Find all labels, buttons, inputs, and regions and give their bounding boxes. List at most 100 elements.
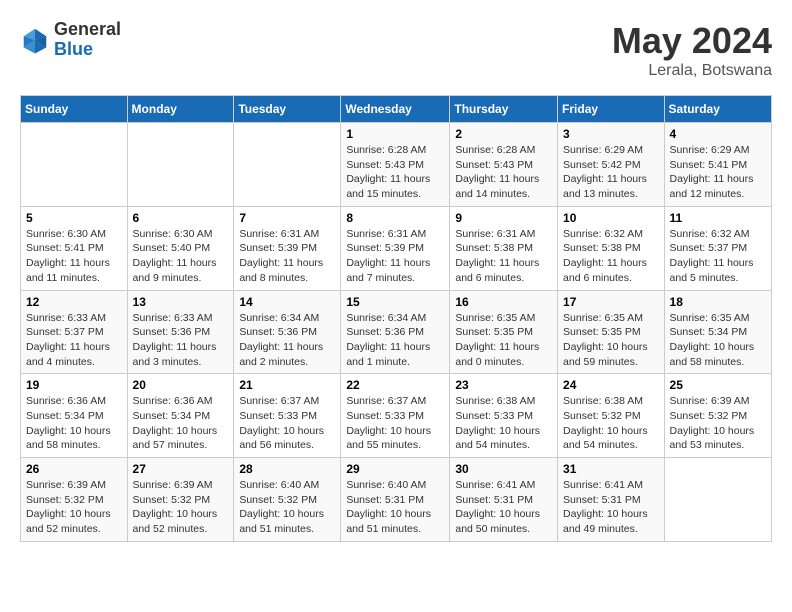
day-number: 17 bbox=[563, 295, 659, 309]
day-info: Sunrise: 6:32 AMSunset: 5:37 PMDaylight:… bbox=[670, 227, 766, 286]
calendar-day-cell: 1 Sunrise: 6:28 AMSunset: 5:43 PMDaylight… bbox=[341, 123, 450, 207]
weekday-header: Saturday bbox=[664, 96, 771, 123]
calendar-title: May 2024 bbox=[612, 20, 772, 62]
calendar-day-cell: 8Sunrise: 6:31 AMSunset: 5:39 PMDaylight… bbox=[341, 206, 450, 290]
day-info: Sunrise: 6:38 AMSunset: 5:32 PMDaylight:… bbox=[563, 394, 659, 453]
day-info: Sunrise: 6:35 AMSunset: 5:35 PMDaylight:… bbox=[563, 311, 659, 370]
day-number: 6 bbox=[133, 211, 229, 225]
day-info: Sunrise: 6:31 AMSunset: 5:39 PMDaylight:… bbox=[239, 227, 335, 286]
day-info: Sunrise: 6:39 AMSunset: 5:32 PMDaylight:… bbox=[670, 394, 766, 453]
day-info: Sunrise: 6:31 AMSunset: 5:39 PMDaylight:… bbox=[346, 227, 444, 286]
calendar-day-cell: 12Sunrise: 6:33 AMSunset: 5:37 PMDayligh… bbox=[21, 290, 128, 374]
day-number: 19 bbox=[26, 378, 122, 392]
logo-general-text: General bbox=[54, 20, 121, 40]
calendar-day-cell: 28 Sunrise: 6:40 AMSunset: 5:32 PMDayligh… bbox=[234, 458, 341, 542]
weekday-header: Friday bbox=[558, 96, 665, 123]
calendar-day-cell: 3 Sunrise: 6:29 AMSunset: 5:42 PMDaylight… bbox=[558, 123, 665, 207]
calendar-day-cell: 6 Sunrise: 6:30 AMSunset: 5:40 PMDaylight… bbox=[127, 206, 234, 290]
calendar-day-cell: 11 Sunrise: 6:32 AMSunset: 5:37 PMDayligh… bbox=[664, 206, 771, 290]
day-number: 4 bbox=[670, 127, 766, 141]
logo: General Blue bbox=[20, 20, 121, 60]
day-number: 25 bbox=[670, 378, 766, 392]
day-number: 5 bbox=[26, 211, 122, 225]
calendar-day-cell: 7 Sunrise: 6:31 AMSunset: 5:39 PMDaylight… bbox=[234, 206, 341, 290]
calendar-day-cell bbox=[127, 123, 234, 207]
calendar-day-cell: 24 Sunrise: 6:38 AMSunset: 5:32 PMDayligh… bbox=[558, 374, 665, 458]
day-number: 2 bbox=[455, 127, 552, 141]
calendar-day-cell: 14 Sunrise: 6:34 AMSunset: 5:36 PMDayligh… bbox=[234, 290, 341, 374]
day-number: 13 bbox=[133, 295, 229, 309]
logo-blue-text: Blue bbox=[54, 40, 121, 60]
calendar-day-cell: 15 Sunrise: 6:34 AMSunset: 5:36 PMDayligh… bbox=[341, 290, 450, 374]
calendar-day-cell: 5 Sunrise: 6:30 AMSunset: 5:41 PMDaylight… bbox=[21, 206, 128, 290]
day-info: Sunrise: 6:30 AMSunset: 5:40 PMDaylight:… bbox=[133, 227, 229, 286]
day-number: 11 bbox=[670, 211, 766, 225]
logo-icon bbox=[20, 25, 50, 55]
day-info: Sunrise: 6:41 AMSunset: 5:31 PMDaylight:… bbox=[563, 478, 659, 537]
day-info: Sunrise: 6:38 AMSunset: 5:33 PMDaylight:… bbox=[455, 394, 552, 453]
day-number: 27 bbox=[133, 462, 229, 476]
day-info: Sunrise: 6:37 AMSunset: 5:33 PMDaylight:… bbox=[239, 394, 335, 453]
weekday-header: Wednesday bbox=[341, 96, 450, 123]
day-info: Sunrise: 6:40 AMSunset: 5:31 PMDaylight:… bbox=[346, 478, 444, 537]
day-info: Sunrise: 6:37 AMSunset: 5:33 PMDaylight:… bbox=[346, 394, 444, 453]
day-number: 29 bbox=[346, 462, 444, 476]
day-number: 3 bbox=[563, 127, 659, 141]
title-block: May 2024 Lerala, Botswana bbox=[612, 20, 772, 80]
calendar-day-cell: 13 Sunrise: 6:33 AMSunset: 5:36 PMDayligh… bbox=[127, 290, 234, 374]
day-info: Sunrise: 6:32 AMSunset: 5:38 PMDaylight:… bbox=[563, 227, 659, 286]
calendar-week-row: 5 Sunrise: 6:30 AMSunset: 5:41 PMDaylight… bbox=[21, 206, 772, 290]
day-info: Sunrise: 6:33 AMSunset: 5:36 PMDaylight:… bbox=[133, 311, 229, 370]
calendar-day-cell: 16Sunrise: 6:35 AMSunset: 5:35 PMDayligh… bbox=[450, 290, 558, 374]
day-number: 30 bbox=[455, 462, 552, 476]
calendar-day-cell bbox=[21, 123, 128, 207]
day-info: Sunrise: 6:36 AMSunset: 5:34 PMDaylight:… bbox=[133, 394, 229, 453]
day-info: Sunrise: 6:29 AMSunset: 5:42 PMDaylight:… bbox=[563, 143, 659, 202]
calendar-day-cell: 17 Sunrise: 6:35 AMSunset: 5:35 PMDayligh… bbox=[558, 290, 665, 374]
calendar-week-row: 19 Sunrise: 6:36 AMSunset: 5:34 PMDayligh… bbox=[21, 374, 772, 458]
day-number: 14 bbox=[239, 295, 335, 309]
calendar-day-cell: 9Sunrise: 6:31 AMSunset: 5:38 PMDaylight… bbox=[450, 206, 558, 290]
calendar-day-cell: 25 Sunrise: 6:39 AMSunset: 5:32 PMDayligh… bbox=[664, 374, 771, 458]
day-info: Sunrise: 6:28 AMSunset: 5:43 PMDaylight:… bbox=[346, 143, 444, 202]
calendar-day-cell: 19 Sunrise: 6:36 AMSunset: 5:34 PMDayligh… bbox=[21, 374, 128, 458]
day-number: 1 bbox=[346, 127, 444, 141]
day-info: Sunrise: 6:34 AMSunset: 5:36 PMDaylight:… bbox=[346, 311, 444, 370]
calendar-day-cell: 26Sunrise: 6:39 AMSunset: 5:32 PMDayligh… bbox=[21, 458, 128, 542]
day-number: 22 bbox=[346, 378, 444, 392]
day-number: 31 bbox=[563, 462, 659, 476]
page-header: General Blue May 2024 Lerala, Botswana bbox=[20, 20, 772, 80]
day-info: Sunrise: 6:30 AMSunset: 5:41 PMDaylight:… bbox=[26, 227, 122, 286]
day-info: Sunrise: 6:41 AMSunset: 5:31 PMDaylight:… bbox=[455, 478, 552, 537]
day-number: 26 bbox=[26, 462, 122, 476]
calendar-day-cell: 27 Sunrise: 6:39 AMSunset: 5:32 PMDayligh… bbox=[127, 458, 234, 542]
weekday-header: Tuesday bbox=[234, 96, 341, 123]
day-info: Sunrise: 6:29 AMSunset: 5:41 PMDaylight:… bbox=[670, 143, 766, 202]
day-info: Sunrise: 6:39 AMSunset: 5:32 PMDaylight:… bbox=[133, 478, 229, 537]
day-number: 16 bbox=[455, 295, 552, 309]
calendar-day-cell bbox=[234, 123, 341, 207]
day-info: Sunrise: 6:33 AMSunset: 5:37 PMDaylight:… bbox=[26, 311, 122, 370]
day-info: Sunrise: 6:36 AMSunset: 5:34 PMDaylight:… bbox=[26, 394, 122, 453]
calendar-location: Lerala, Botswana bbox=[612, 62, 772, 80]
weekday-header: Sunday bbox=[21, 96, 128, 123]
day-number: 7 bbox=[239, 211, 335, 225]
day-number: 21 bbox=[239, 378, 335, 392]
calendar-day-cell: 31 Sunrise: 6:41 AMSunset: 5:31 PMDayligh… bbox=[558, 458, 665, 542]
day-info: Sunrise: 6:31 AMSunset: 5:38 PMDaylight:… bbox=[455, 227, 552, 286]
calendar-day-cell: 23Sunrise: 6:38 AMSunset: 5:33 PMDayligh… bbox=[450, 374, 558, 458]
calendar-day-cell: 22 Sunrise: 6:37 AMSunset: 5:33 PMDayligh… bbox=[341, 374, 450, 458]
day-number: 28 bbox=[239, 462, 335, 476]
calendar-week-row: 1 Sunrise: 6:28 AMSunset: 5:43 PMDaylight… bbox=[21, 123, 772, 207]
day-number: 15 bbox=[346, 295, 444, 309]
day-info: Sunrise: 6:40 AMSunset: 5:32 PMDaylight:… bbox=[239, 478, 335, 537]
calendar-day-cell: 20Sunrise: 6:36 AMSunset: 5:34 PMDayligh… bbox=[127, 374, 234, 458]
day-info: Sunrise: 6:34 AMSunset: 5:36 PMDaylight:… bbox=[239, 311, 335, 370]
calendar-day-cell: 21 Sunrise: 6:37 AMSunset: 5:33 PMDayligh… bbox=[234, 374, 341, 458]
calendar-table: SundayMondayTuesdayWednesdayThursdayFrid… bbox=[20, 95, 772, 542]
day-number: 24 bbox=[563, 378, 659, 392]
weekday-header: Monday bbox=[127, 96, 234, 123]
day-number: 10 bbox=[563, 211, 659, 225]
calendar-day-cell bbox=[664, 458, 771, 542]
calendar-day-cell: 29 Sunrise: 6:40 AMSunset: 5:31 PMDayligh… bbox=[341, 458, 450, 542]
